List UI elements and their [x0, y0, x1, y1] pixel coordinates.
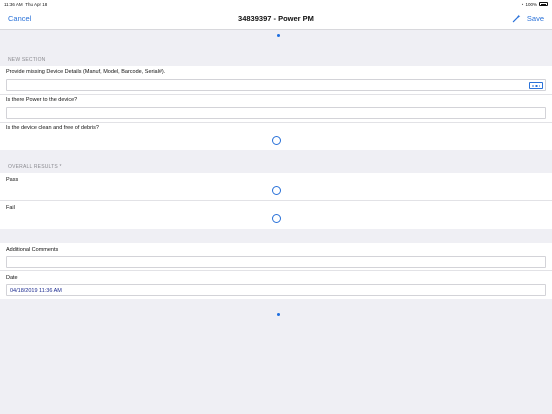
wifi-icon: ◔	[520, 1, 524, 7]
status-date: Thu Apr 18	[25, 1, 48, 7]
barcode-scan-icon[interactable]	[529, 82, 543, 89]
additional-comments-field[interactable]	[6, 256, 546, 268]
power-field[interactable]	[6, 107, 546, 119]
page-indicator-top	[277, 34, 280, 37]
power-label: Is there Power to the device?	[6, 97, 78, 103]
pass-label: Pass	[6, 177, 19, 183]
date-value: 04/18/2019 11:36 AM	[10, 288, 62, 294]
clean-row: Is the device clean and free of debris?	[0, 123, 552, 150]
clean-label: Is the device clean and free of debris?	[6, 125, 99, 131]
clean-radio-icon[interactable]	[272, 136, 281, 145]
device-details-label: Provide missing Device Details (Manuf, M…	[6, 69, 166, 75]
status-indicators: ◔ 100%	[521, 2, 548, 7]
date-row: Date 04/18/2019 11:36 AM	[0, 271, 552, 299]
date-label: Date	[6, 275, 18, 281]
battery-percent: 100%	[525, 1, 537, 7]
device-details-field[interactable]	[6, 79, 546, 91]
status-time-date: 11:36 AM Thu Apr 18	[4, 2, 47, 7]
fail-row: Fail	[0, 201, 552, 229]
fail-label: Fail	[6, 205, 15, 211]
battery-icon	[539, 2, 548, 6]
additional-comments-label: Additional Comments	[6, 247, 59, 253]
page-title: 34839397 - Power PM	[238, 14, 314, 23]
navigation-bar: Cancel 34839397 - Power PM Save	[0, 8, 552, 30]
section-header-new: NEW SECTION	[8, 57, 46, 63]
power-row: Is there Power to the device?	[0, 95, 552, 122]
magic-wand-icon[interactable]	[512, 14, 521, 23]
status-bar: 11:36 AM Thu Apr 18 ◔ 100%	[0, 0, 552, 8]
pass-row: Pass	[0, 173, 552, 200]
additional-comments-row: Additional Comments	[0, 243, 552, 270]
status-time: 11:36 AM	[4, 1, 23, 7]
page-indicator-bottom	[277, 313, 280, 316]
device-details-row: Provide missing Device Details (Manuf, M…	[0, 66, 552, 94]
date-field[interactable]: 04/18/2019 11:36 AM	[6, 284, 546, 296]
save-button[interactable]: Save	[527, 14, 544, 23]
fail-radio-icon[interactable]	[272, 214, 281, 223]
save-area: Save	[512, 14, 544, 23]
pass-radio-icon[interactable]	[272, 186, 281, 195]
section-header-overall-results: OVERALL RESULTS *	[8, 164, 62, 170]
